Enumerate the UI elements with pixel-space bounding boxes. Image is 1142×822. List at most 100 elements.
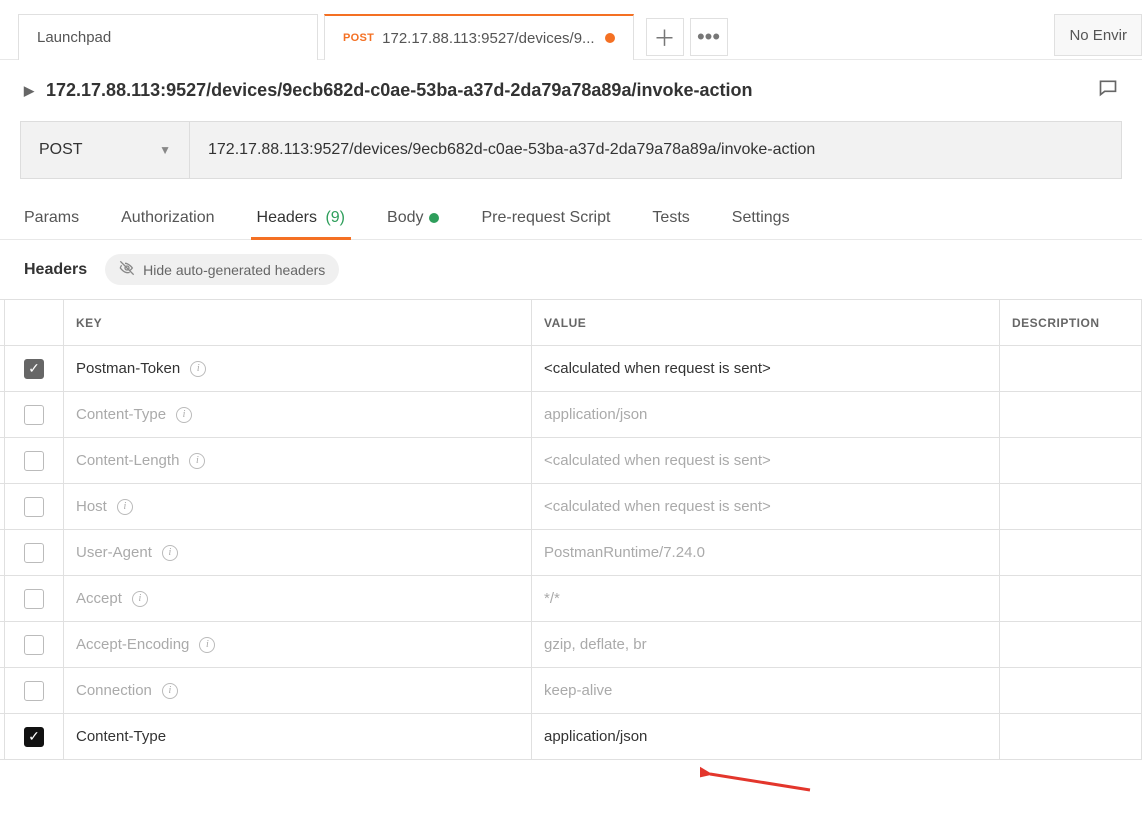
tab-authorization[interactable]: Authorization: [121, 197, 214, 239]
header-desc-cell[interactable]: [1000, 392, 1142, 437]
header-key: Accept-Encoding: [76, 636, 189, 653]
info-icon[interactable]: i: [189, 453, 205, 469]
header-value-cell[interactable]: keep-alive: [532, 668, 1000, 713]
header-value: <calculated when request is sent>: [544, 498, 771, 515]
header-value: <calculated when request is sent>: [544, 360, 771, 377]
checkbox[interactable]: [24, 589, 44, 609]
row-checkbox-cell[interactable]: [4, 484, 64, 529]
tab-headers[interactable]: Headers (9): [257, 197, 346, 239]
header-value-cell[interactable]: PostmanRuntime/7.24.0: [532, 530, 1000, 575]
header-key: User-Agent: [76, 544, 152, 561]
info-icon[interactable]: i: [162, 683, 178, 699]
table-row: ✓ Content-Type application/json: [0, 714, 1142, 760]
row-checkbox-cell[interactable]: [4, 668, 64, 713]
header-value-cell[interactable]: <calculated when request is sent>: [532, 484, 1000, 529]
header-key: Connection: [76, 682, 152, 699]
header-key-cell[interactable]: Connection i: [64, 668, 532, 713]
header-value-cell[interactable]: application/json: [532, 392, 1000, 437]
info-icon[interactable]: i: [176, 407, 192, 423]
ellipsis-icon: •••: [697, 24, 720, 50]
headers-count: (9): [325, 209, 345, 226]
annotation-arrow-icon: [700, 766, 820, 806]
header-value: application/json: [544, 728, 647, 745]
request-title: 172.17.88.113:9527/devices/9ecb682d-c0ae…: [46, 80, 752, 101]
row-checkbox-cell[interactable]: [4, 530, 64, 575]
header-value-cell[interactable]: */*: [532, 576, 1000, 621]
headers-section-bar: Headers Hide auto-generated headers: [0, 240, 1142, 299]
header-desc-cell[interactable]: [1000, 530, 1142, 575]
header-key-cell[interactable]: Content-Type: [64, 714, 532, 759]
checkbox[interactable]: [24, 451, 44, 471]
header-desc-cell[interactable]: [1000, 438, 1142, 483]
environment-selector[interactable]: No Envir: [1054, 14, 1142, 56]
header-value-cell[interactable]: <calculated when request is sent>: [532, 438, 1000, 483]
header-value-cell[interactable]: application/json: [532, 714, 1000, 759]
table-row: Content-Typeiapplication/json: [0, 392, 1142, 438]
tab-request-active[interactable]: POST 172.17.88.113:9527/devices/9...: [324, 14, 634, 60]
table-row: ✓ Postman-Tokeni <calculated when request …: [0, 346, 1142, 392]
checkbox[interactable]: [24, 405, 44, 425]
tab-options-button[interactable]: •••: [690, 18, 728, 56]
check-icon: ✓: [28, 360, 40, 377]
method-select[interactable]: POST ▼: [20, 121, 190, 179]
header-key-cell[interactable]: Postman-Tokeni: [64, 346, 532, 391]
header-desc-cell[interactable]: [1000, 346, 1142, 391]
checkbox[interactable]: [24, 543, 44, 563]
header-desc-cell[interactable]: [1000, 668, 1142, 713]
info-icon[interactable]: i: [117, 499, 133, 515]
header-desc-cell[interactable]: [1000, 622, 1142, 667]
info-icon[interactable]: i: [199, 637, 215, 653]
hide-label: Hide auto-generated headers: [143, 262, 325, 278]
header-key-cell[interactable]: Accept-Encoding i: [64, 622, 532, 667]
comments-icon[interactable]: [1098, 78, 1118, 103]
header-value: <calculated when request is sent>: [544, 452, 771, 469]
tab-tests[interactable]: Tests: [652, 197, 689, 239]
tab-method-badge: POST: [343, 32, 374, 44]
request-title-row: ▶ 172.17.88.113:9527/devices/9ecb682d-c0…: [0, 60, 1142, 121]
checkbox[interactable]: [24, 497, 44, 517]
checkbox[interactable]: [24, 681, 44, 701]
header-key-cell[interactable]: Content-Typei: [64, 392, 532, 437]
url-input[interactable]: 172.17.88.113:9527/devices/9ecb682d-c0ae…: [190, 121, 1122, 179]
tab-params[interactable]: Params: [24, 197, 79, 239]
row-checkbox-cell[interactable]: [4, 392, 64, 437]
checkbox[interactable]: ✓: [24, 359, 44, 379]
row-checkbox-cell[interactable]: [4, 622, 64, 667]
header-key-cell[interactable]: User-Agent i: [64, 530, 532, 575]
new-tab-button[interactable]: ＋: [646, 18, 684, 56]
row-checkbox-cell[interactable]: [4, 438, 64, 483]
collapse-triangle-icon[interactable]: ▶: [24, 83, 34, 99]
info-icon[interactable]: i: [132, 591, 148, 607]
col-value: VALUE: [532, 300, 1000, 345]
header-value-cell[interactable]: gzip, deflate, br: [532, 622, 1000, 667]
info-icon[interactable]: i: [190, 361, 206, 377]
table-row: Content-Length i <calculated when request …: [0, 438, 1142, 484]
tab-launchpad[interactable]: Launchpad: [18, 14, 318, 60]
table-header-row: KEY VALUE DESCRIPTION: [0, 300, 1142, 346]
header-value: PostmanRuntime/7.24.0: [544, 544, 705, 561]
header-key-cell[interactable]: Content-Length i: [64, 438, 532, 483]
tab-prerequest[interactable]: Pre-request Script: [481, 197, 610, 239]
checkbox[interactable]: [24, 635, 44, 655]
tab-body[interactable]: Body: [387, 197, 439, 239]
check-icon: ✓: [28, 728, 40, 745]
col-key: KEY: [64, 300, 532, 345]
headers-table: KEY VALUE DESCRIPTION ✓ Postman-Tokeni <ca…: [0, 299, 1142, 760]
header-key-cell[interactable]: Accepti: [64, 576, 532, 621]
row-checkbox-cell[interactable]: ✓: [4, 346, 64, 391]
row-checkbox-cell[interactable]: [4, 576, 64, 621]
hide-autogen-button[interactable]: Hide auto-generated headers: [105, 254, 339, 285]
header-value-cell[interactable]: <calculated when request is sent>: [532, 346, 1000, 391]
checkbox[interactable]: ✓: [24, 727, 44, 747]
header-key-cell[interactable]: Hosti: [64, 484, 532, 529]
header-desc-cell[interactable]: [1000, 484, 1142, 529]
info-icon[interactable]: i: [162, 545, 178, 561]
tab-settings[interactable]: Settings: [732, 197, 790, 239]
headers-section-label: Headers: [24, 261, 87, 279]
header-key: Accept: [76, 590, 122, 607]
row-checkbox-cell[interactable]: ✓: [4, 714, 64, 759]
environment-label: No Envir: [1069, 27, 1127, 44]
header-desc-cell[interactable]: [1000, 714, 1142, 759]
header-desc-cell[interactable]: [1000, 576, 1142, 621]
header-key: Content-Length: [76, 452, 179, 469]
